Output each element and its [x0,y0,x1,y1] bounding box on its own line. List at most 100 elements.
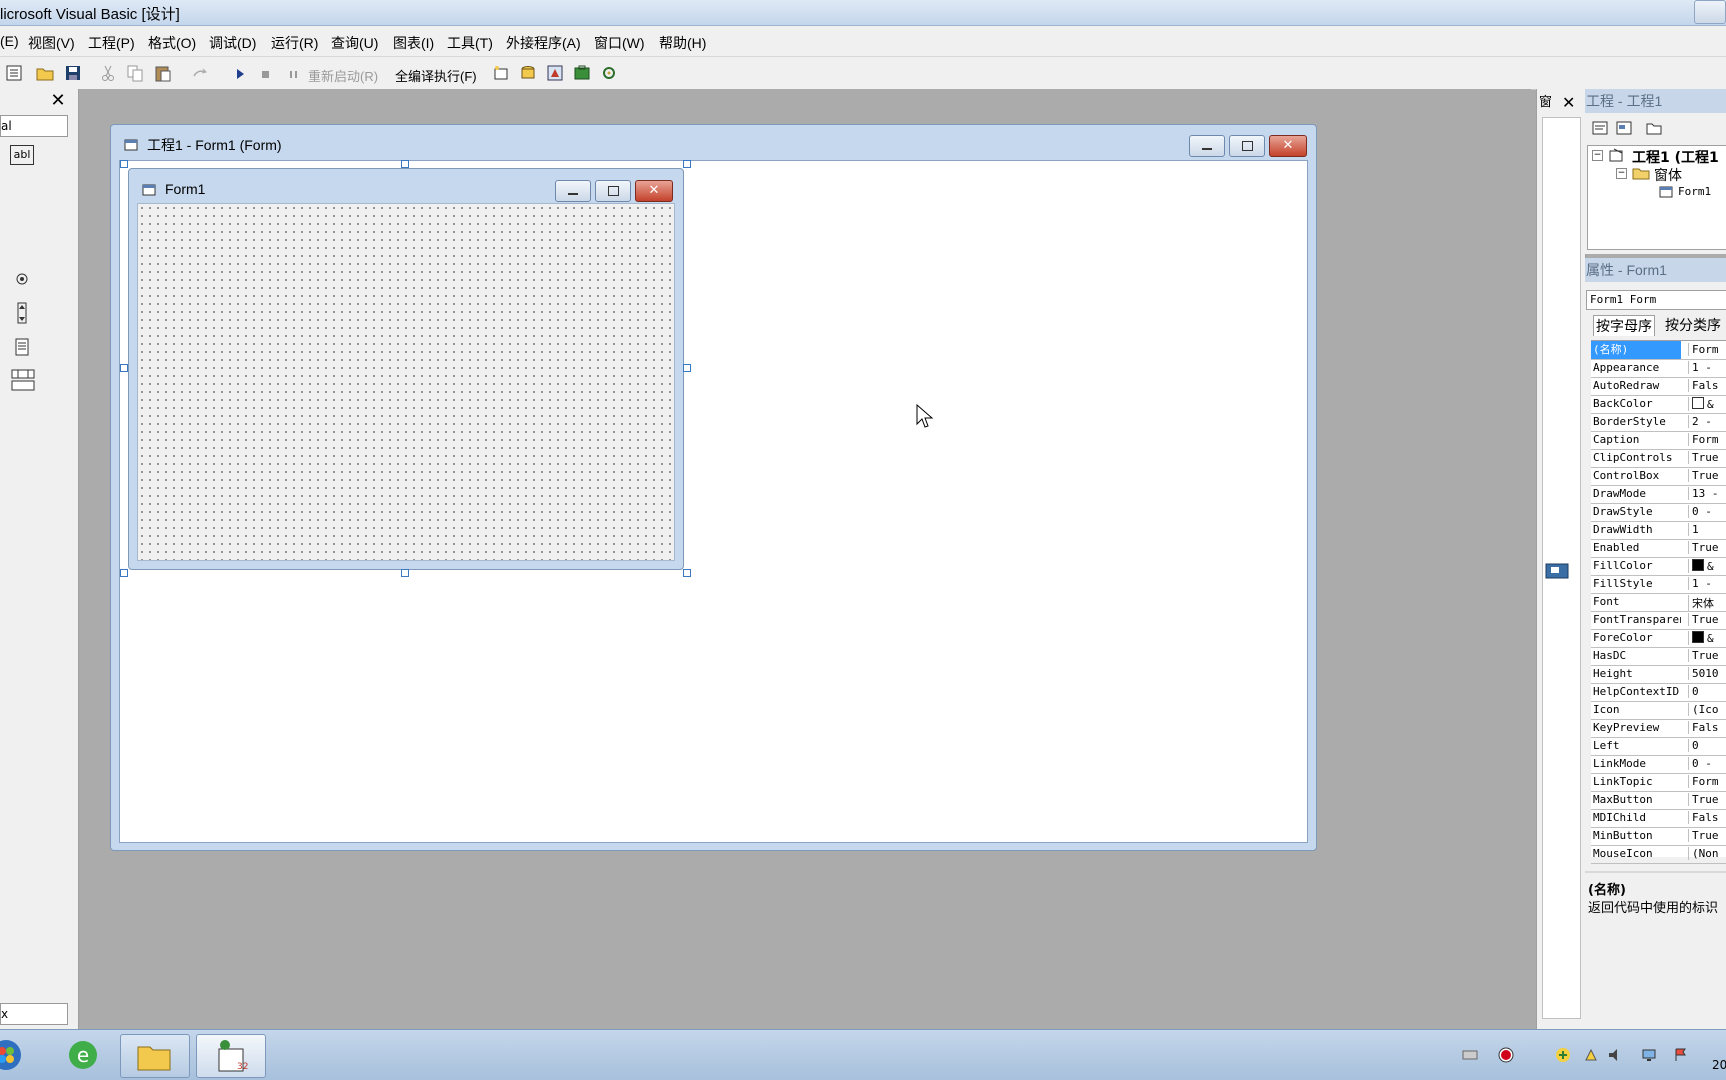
form1-design-grid[interactable] [137,203,675,561]
toolbox-bottom-tab[interactable]: x [0,1003,68,1025]
redo-icon[interactable] [190,63,210,83]
cut-icon[interactable] [98,63,118,83]
property-value[interactable]: 0 [1688,739,1726,752]
resize-handle-e[interactable] [683,364,691,372]
full-compile-button[interactable]: 全编译执行(F) [395,66,477,85]
property-value[interactable]: 1 [1688,523,1726,536]
option-button-tool-icon[interactable] [12,269,32,289]
record-tray-icon[interactable] [1498,1047,1514,1063]
property-row[interactable]: ClipControls True [1591,449,1726,468]
toolbox-icon[interactable] [572,63,592,83]
property-value[interactable]: Form [1688,343,1726,356]
run-icon[interactable] [230,63,250,83]
window-minimize-button[interactable] [1694,0,1726,24]
property-value[interactable]: 0 - [1688,757,1726,770]
save-icon[interactable] [63,63,83,83]
toolbox-general-tab[interactable]: al [0,115,68,137]
property-value[interactable]: Fals [1688,811,1726,824]
component-manager-icon[interactable] [599,63,619,83]
stop-icon[interactable] [255,63,275,83]
property-value[interactable]: 13 - [1688,487,1726,500]
tree-collapse-root[interactable]: − [1592,150,1603,161]
network-icon[interactable] [1641,1047,1657,1063]
property-row[interactable]: BackColor & [1591,395,1726,414]
menu-debug[interactable]: 调试(D) [209,33,256,53]
property-row[interactable]: KeyPreview Fals [1591,719,1726,738]
property-value[interactable]: True [1688,541,1726,554]
property-row[interactable]: ForeColor & [1591,629,1726,648]
property-row[interactable]: ControlBox True [1591,467,1726,486]
property-row[interactable]: MDIChild Fals [1591,809,1726,828]
pause-icon[interactable] [283,63,303,83]
property-row[interactable]: LinkTopic Form [1591,773,1726,792]
property-row[interactable]: Height 5010 [1591,665,1726,684]
textbox-tool-icon[interactable]: abl [10,145,34,165]
file-list-tool-icon[interactable] [12,337,32,357]
tab-alphabetic[interactable]: 按字母序 [1593,315,1655,336]
property-value[interactable]: (Non [1688,847,1726,860]
property-value[interactable]: True [1688,613,1726,626]
copy-icon[interactable] [125,63,145,83]
ie-browser-icon[interactable]: e [64,1036,102,1074]
menu-window[interactable]: 窗口(W) [594,33,645,53]
action-center-icon[interactable] [1583,1047,1599,1063]
resize-handle-w[interactable] [120,364,128,372]
property-value[interactable]: 1 - [1688,361,1726,374]
property-value[interactable]: Form [1688,775,1726,788]
property-row[interactable]: HelpContextID 0 [1591,683,1726,702]
resize-handle-se[interactable] [683,569,691,577]
property-value[interactable]: 宋体 [1688,595,1726,611]
property-value[interactable]: 0 [1688,685,1726,698]
property-row[interactable]: MinButton True [1591,827,1726,846]
property-row[interactable]: Caption Form [1591,431,1726,450]
property-row[interactable]: FontTransparent True [1591,611,1726,630]
property-value[interactable]: & [1688,631,1726,645]
property-row[interactable]: FillStyle 1 - [1591,575,1726,594]
resize-handle-sw[interactable] [120,569,128,577]
resize-handle-nw[interactable] [120,160,128,168]
start-orb-icon[interactable] [0,1036,26,1074]
docked-window-close-icon[interactable]: ✕ [1562,93,1582,113]
resize-handle-s[interactable] [401,569,409,577]
menu-edit[interactable]: (E) [0,33,19,49]
volume-icon[interactable] [1607,1047,1623,1063]
form-layout-icon[interactable] [1545,563,1569,579]
object-browser-icon[interactable] [545,63,565,83]
designer-maximize-button[interactable] [1229,135,1265,157]
toggle-folders-icon[interactable] [1645,119,1663,137]
property-row[interactable]: AutoRedraw Fals [1591,377,1726,396]
property-row[interactable]: FillColor & [1591,557,1726,576]
menu-run[interactable]: 运行(R) [271,33,318,53]
property-row[interactable]: BorderStyle 2 - [1591,413,1726,432]
view-object-icon[interactable] [1615,119,1633,137]
property-value[interactable]: & [1688,397,1726,411]
menu-project[interactable]: 工程(P) [88,33,135,53]
property-value[interactable]: 5010 [1688,667,1726,680]
form1-minimize-button[interactable] [555,180,591,202]
resize-handle-n[interactable] [401,160,409,168]
property-row[interactable]: Left 0 [1591,737,1726,756]
menu-tools[interactable]: 工具(T) [447,33,493,53]
form1-maximize-button[interactable] [595,180,631,202]
data-view-icon[interactable] [518,63,538,83]
tree-project-root[interactable]: 工程1 (工程1 [1632,147,1719,167]
toolbox-close-icon[interactable]: ✕ [48,91,68,111]
add-tray-icon[interactable] [1555,1047,1571,1063]
property-row[interactable]: (名称) Form [1591,341,1726,360]
property-value[interactable]: Fals [1688,379,1726,392]
object-selector[interactable]: Form1 Form [1586,290,1726,310]
menu-query[interactable]: 查询(U) [331,33,378,53]
property-row[interactable]: Font 宋体 [1591,593,1726,612]
tree-collapse-forms[interactable]: − [1616,168,1627,179]
property-value[interactable]: (Ico [1688,703,1726,716]
property-row[interactable]: Enabled True [1591,539,1726,558]
data-control-tool-icon[interactable] [10,367,36,393]
property-row[interactable]: Appearance 1 - [1591,359,1726,378]
tab-categorized[interactable]: 按分类序 [1665,315,1721,335]
resize-handle-ne[interactable] [683,160,691,168]
menu-editor-icon[interactable] [4,63,24,83]
property-row[interactable]: LinkMode 0 - [1591,755,1726,774]
form1-window[interactable]: Form1 ✕ [128,168,684,570]
keyboard-tray-icon[interactable] [1462,1047,1478,1063]
property-row[interactable]: HasDC True [1591,647,1726,666]
